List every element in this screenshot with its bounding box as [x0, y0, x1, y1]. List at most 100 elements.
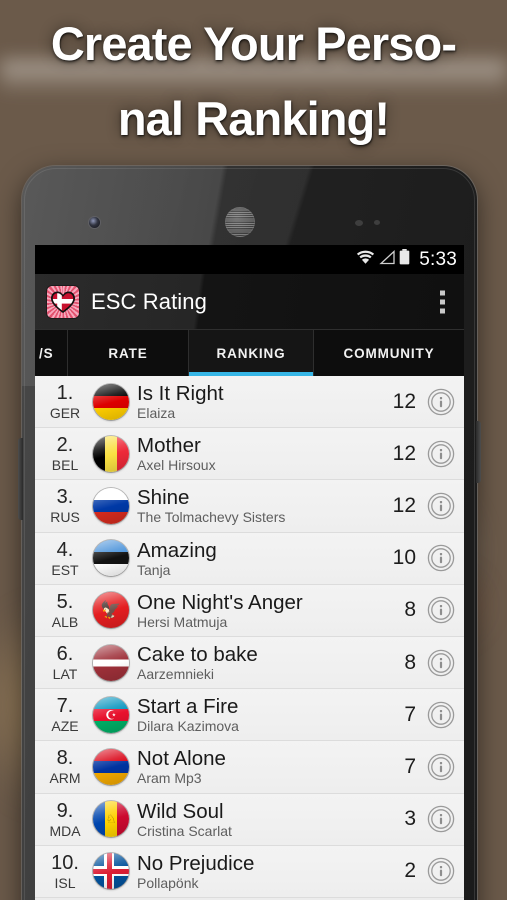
- info-icon[interactable]: [424, 593, 458, 627]
- country-code: RUS: [50, 509, 80, 526]
- app-title: ESC Rating: [91, 288, 207, 314]
- info-icon[interactable]: [424, 750, 458, 784]
- info-icon[interactable]: [424, 646, 458, 680]
- song-artist: Axel Hirsoux: [137, 457, 216, 474]
- overflow-dot: [439, 299, 445, 304]
- song-artist: Hersi Matmuja: [137, 613, 228, 630]
- song-title: Not Alone: [137, 747, 226, 771]
- info-icon[interactable]: [424, 854, 458, 888]
- country-code: LAT: [52, 666, 78, 683]
- volume-button[interactable]: [18, 438, 23, 520]
- song-column: Mother Axel Hirsoux: [135, 434, 386, 473]
- esc-rating-heart-icon[interactable]: [47, 285, 79, 318]
- background-shelf-highlight: [0, 60, 507, 94]
- rank-number: 2.: [56, 434, 74, 457]
- rank-column: 10. ISL: [39, 853, 91, 890]
- table-row[interactable]: 6. LAT Cake to bake Aarzemnieki 8: [35, 636, 464, 690]
- country-flag-icon-lat: [93, 644, 129, 681]
- info-icon[interactable]: [424, 802, 458, 836]
- heart-flag-glyph: [51, 291, 75, 314]
- song-title: Mother: [137, 434, 201, 458]
- info-icon[interactable]: [424, 698, 458, 732]
- song-artist: Aram Mp3: [137, 770, 202, 787]
- rank-number: 5.: [56, 590, 74, 613]
- country-flag-icon-isl: [93, 853, 129, 890]
- song-title: Wild Soul: [137, 799, 224, 823]
- wifi-icon: [356, 250, 375, 270]
- rank-column: 8. ARM: [39, 748, 91, 785]
- rank-column: 2. BEL: [39, 435, 91, 472]
- country-flag-icon-alb: 🦅: [93, 592, 129, 629]
- proximity-sensor-icon: [355, 220, 363, 226]
- rank-number: 6.: [56, 643, 74, 666]
- tab-community[interactable]: COMMUNITY: [314, 330, 464, 376]
- info-icon[interactable]: [424, 385, 458, 419]
- promo-screenshot: Create Your Perso- nal Ranking! 5:33 ESC…: [0, 0, 507, 900]
- phone-device: 5:33 ESC Rating /S RATE RANKING COMMUNIT…: [18, 166, 481, 900]
- country-code: AZE: [51, 718, 79, 735]
- song-score: 2: [404, 859, 416, 883]
- tab-news[interactable]: /S: [35, 330, 68, 376]
- rank-column: 7. AZE: [39, 696, 91, 733]
- phone-screen: 5:33 ESC Rating /S RATE RANKING COMMUNIT…: [35, 245, 464, 900]
- rank-column: 5. ALB: [39, 592, 91, 629]
- albania-eagle-glyph: 🦅: [100, 600, 122, 620]
- table-row[interactable]: 7. AZE ☪ Start a Fire Dilara Kazimova 7: [35, 689, 464, 742]
- status-bar-clock: 5:33: [419, 249, 457, 270]
- song-title: Is It Right: [137, 382, 224, 406]
- country-flag-icon-aze: ☪: [93, 696, 129, 733]
- song-score: 12: [392, 493, 416, 517]
- info-icon[interactable]: [424, 541, 458, 575]
- table-row[interactable]: 10. ISL No Prejudice Pollapönk 2: [35, 845, 464, 898]
- overflow-dot: [439, 290, 445, 295]
- table-row[interactable]: 2. BEL Mother Axel Hirsoux 12: [35, 428, 464, 481]
- song-score: 8: [404, 598, 416, 622]
- table-row[interactable]: 8. ARM Not Alone Aram Mp3 7: [35, 741, 464, 794]
- country-code: GER: [49, 405, 81, 422]
- info-icon[interactable]: [424, 437, 458, 471]
- overflow-menu-icon[interactable]: [432, 284, 452, 319]
- rank-column: 1. GER: [39, 383, 91, 420]
- power-button[interactable]: [476, 421, 481, 483]
- song-title: Start a Fire: [137, 695, 239, 719]
- rank-number: 7.: [56, 695, 74, 718]
- overflow-dot: [439, 308, 445, 313]
- country-code: BEL: [51, 457, 79, 474]
- info-icon[interactable]: [424, 489, 458, 523]
- song-score: 10: [392, 546, 416, 570]
- song-artist: Tanja: [137, 561, 171, 578]
- table-row[interactable]: 4. EST Amazing Tanja 10: [35, 532, 464, 585]
- ranking-list[interactable]: 1. GER Is It Right Elaiza 12 2. BEL Moth…: [35, 376, 464, 900]
- country-flag-icon-arm: [93, 748, 129, 785]
- song-artist: Cristina Scarlat: [137, 822, 232, 839]
- song-artist: Pollapönk: [137, 874, 199, 891]
- song-title: No Prejudice: [137, 851, 255, 875]
- song-column: Wild Soul Cristina Scarlat: [135, 800, 386, 839]
- tab-ranking[interactable]: RANKING: [189, 330, 314, 376]
- song-score: 8: [404, 650, 416, 674]
- signal-icon: [379, 249, 395, 270]
- song-artist: Aarzemnieki: [137, 666, 215, 683]
- table-row[interactable]: 9. MDA ♘ Wild Soul Cristina Scarlat 3: [35, 793, 464, 846]
- country-code: ALB: [51, 613, 79, 630]
- rank-number: 3.: [56, 486, 74, 509]
- rank-number: 10.: [51, 851, 79, 874]
- rank-column: 9. MDA: [39, 801, 91, 838]
- song-column: Shine The Tolmachevy Sisters: [135, 486, 386, 525]
- rank-column: 4. EST: [39, 540, 91, 577]
- table-row[interactable]: 1. GER Is It Right Elaiza 12: [35, 376, 464, 429]
- country-flag-icon-est: [93, 540, 129, 577]
- song-column: No Prejudice Pollapönk: [135, 852, 386, 891]
- song-title: Cake to bake: [137, 643, 258, 667]
- azerbaijan-crescent-glyph: ☪: [105, 707, 117, 723]
- country-code: ISL: [54, 874, 76, 891]
- song-score: 7: [404, 702, 416, 726]
- table-row[interactable]: 5. ALB 🦅 One Night's Anger Hersi Matmuja…: [35, 584, 464, 637]
- country-flag-icon-rus: [93, 487, 129, 524]
- song-title: Shine: [137, 486, 190, 510]
- country-flag-icon-ger: [93, 383, 129, 420]
- tab-rate[interactable]: RATE: [68, 330, 189, 376]
- table-row[interactable]: 3. RUS Shine The Tolmachevy Sisters 12: [35, 480, 464, 533]
- song-column: One Night's Anger Hersi Matmuja: [135, 591, 386, 630]
- song-artist: Elaiza: [137, 405, 176, 422]
